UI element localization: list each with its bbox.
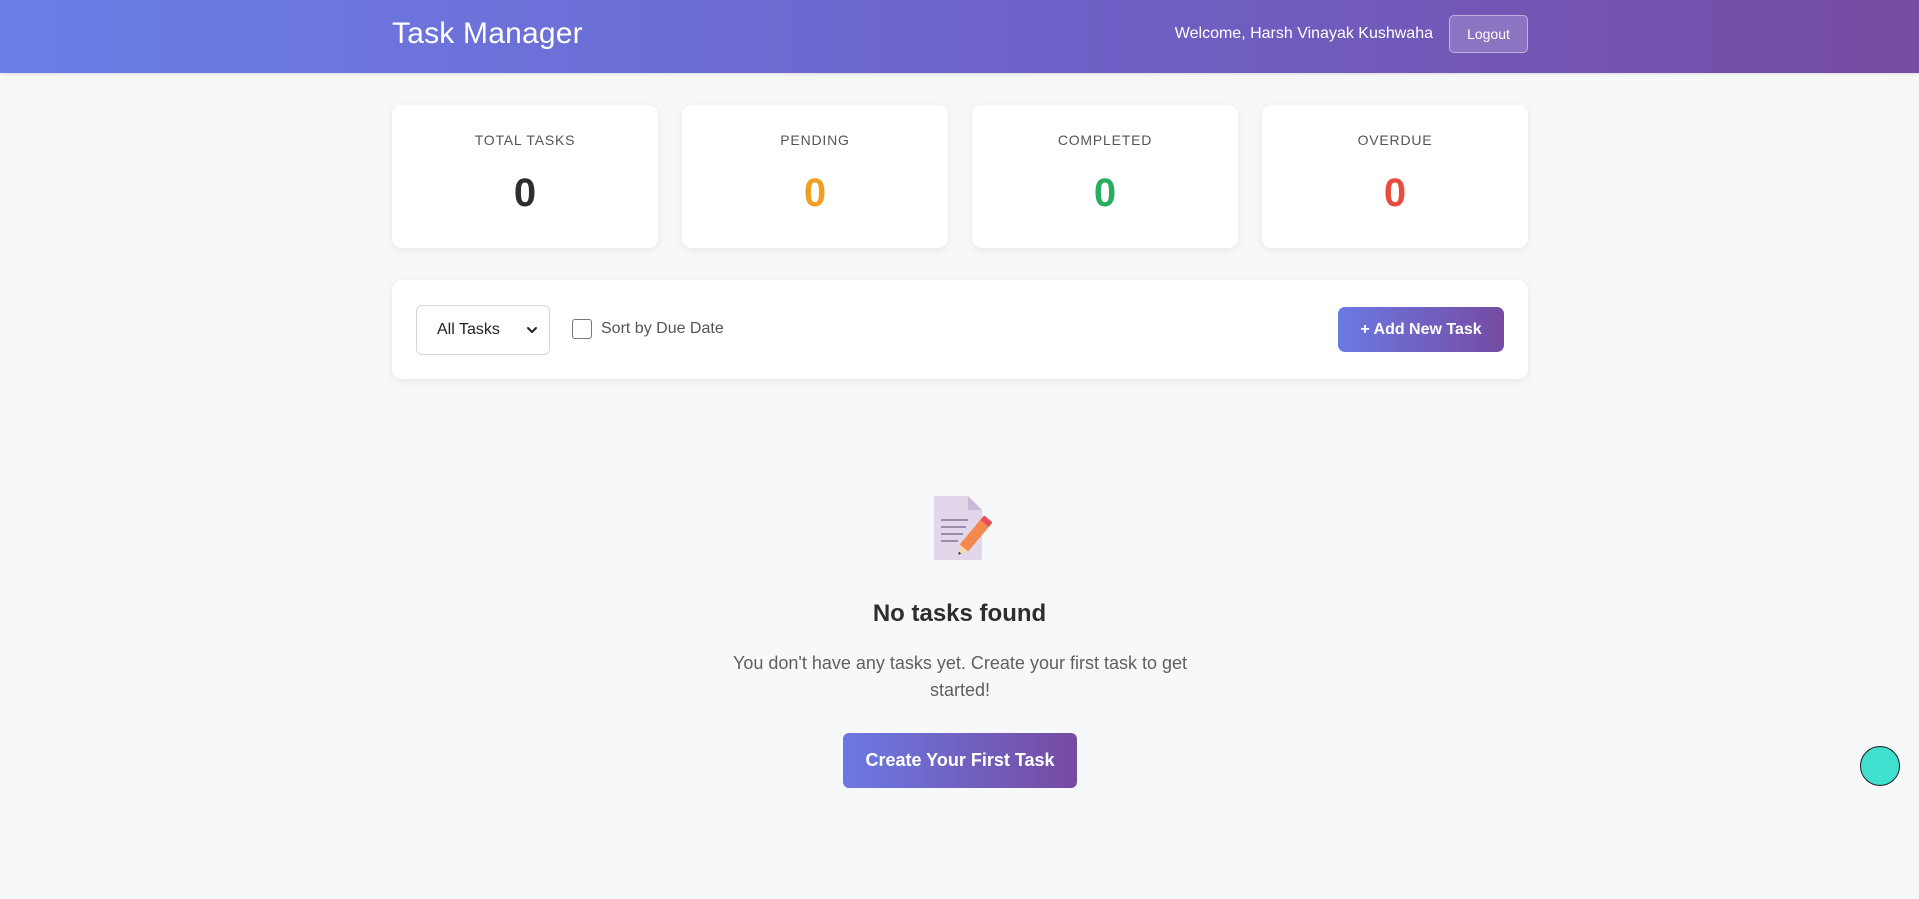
app-title: Task Manager: [392, 17, 583, 50]
stat-value: 0: [1383, 171, 1407, 215]
stat-label: PENDING: [780, 132, 850, 148]
create-first-task-button[interactable]: Create Your First Task: [843, 733, 1077, 788]
stat-card-overdue: OVERDUE 0: [1262, 105, 1528, 248]
stat-label: OVERDUE: [1357, 132, 1433, 148]
stat-label: TOTAL TASKS: [474, 132, 576, 148]
task-filter-select[interactable]: All Tasks: [416, 305, 550, 355]
add-new-task-button[interactable]: + Add New Task: [1338, 307, 1504, 352]
top-navbar: Task Manager Welcome, Harsh Vinayak Kush…: [0, 0, 1919, 73]
chevron-down-icon: [527, 327, 537, 333]
sort-by-due-date-label[interactable]: Sort by Due Date: [601, 320, 724, 338]
empty-state-message: You don't have any tasks yet. Create you…: [732, 653, 1188, 700]
floating-action-button[interactable]: [1860, 746, 1900, 786]
logout-button[interactable]: Logout: [1449, 15, 1528, 53]
stat-card-pending: PENDING 0: [682, 105, 948, 248]
task-toolbar: All Tasks Sort by Due Date + Add New Tas…: [392, 280, 1528, 379]
stat-label: COMPLETED: [1057, 132, 1153, 148]
sort-by-due-date-checkbox[interactable]: [572, 319, 592, 339]
memo-icon: [934, 496, 992, 560]
filter-selected-value: All Tasks: [437, 321, 500, 338]
stat-card-total: TOTAL TASKS 0: [392, 105, 658, 248]
welcome-text: Welcome, Harsh Vinayak Kushwaha: [1174, 25, 1433, 42]
stat-value: 0: [513, 171, 537, 215]
empty-state-title: No tasks found: [872, 600, 1047, 627]
stat-value: 0: [1093, 171, 1117, 215]
stat-value: 0: [803, 171, 827, 215]
stat-card-completed: COMPLETED 0: [972, 105, 1238, 248]
